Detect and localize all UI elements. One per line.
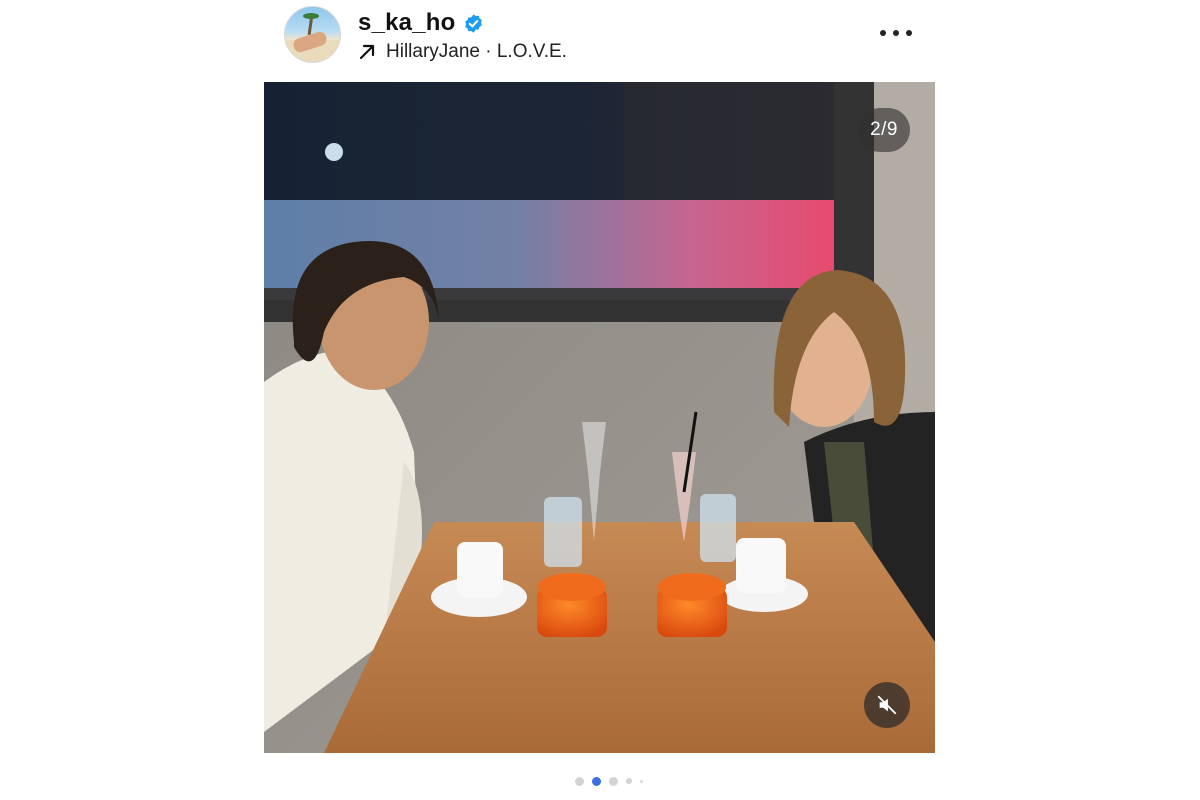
carousel-dot-active[interactable] [592, 776, 601, 786]
carousel-dot[interactable] [609, 776, 618, 786]
window-light [325, 143, 343, 161]
carousel-dot[interactable] [575, 776, 584, 786]
cup-left [457, 542, 503, 597]
username[interactable]: s_ka_ho [358, 9, 455, 37]
more-dot [880, 30, 886, 36]
arrow-up-right-icon [358, 43, 376, 61]
more-dot [893, 30, 899, 36]
more-dot [906, 30, 912, 36]
photo-illustration [264, 82, 935, 753]
cocotte-left-lid [538, 573, 606, 601]
verified-badge-icon [463, 13, 484, 34]
cocotte-right-lid [658, 573, 726, 601]
avatar-palm-leaf [303, 13, 319, 19]
post-header: s_ka_ho HillaryJane · L.O.V.E. [284, 6, 934, 68]
more-options-icon[interactable] [880, 22, 912, 44]
window-building [624, 82, 834, 202]
mute-button[interactable] [864, 682, 910, 728]
carousel-dot[interactable] [640, 779, 643, 783]
cup-right [736, 538, 786, 593]
post-photo[interactable]: 2/9 [264, 82, 935, 753]
carousel-pagination [575, 775, 665, 787]
audio-attribution[interactable]: HillaryJane · L.O.V.E. [358, 41, 567, 63]
water-glass-right [700, 494, 736, 562]
speaker-muted-icon [876, 694, 898, 716]
carousel-counter: 2/9 [858, 108, 910, 152]
avatar[interactable] [284, 6, 341, 63]
audio-track-label: HillaryJane · L.O.V.E. [386, 41, 567, 62]
username-row: s_ka_ho [358, 9, 484, 37]
carousel-dot[interactable] [626, 778, 632, 784]
water-glass-left [544, 497, 582, 567]
